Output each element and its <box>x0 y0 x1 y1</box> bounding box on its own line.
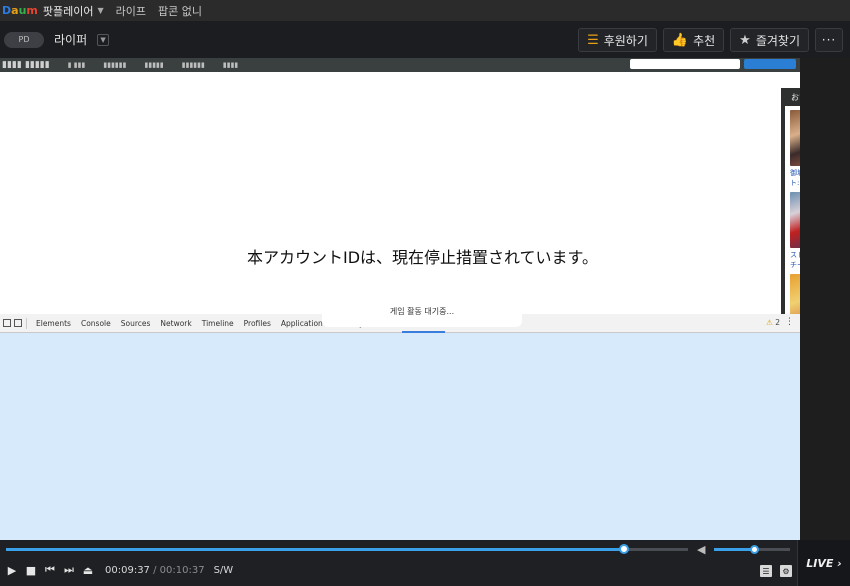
tab-sources[interactable]: Sources <box>116 314 156 333</box>
favorite-label: 즐겨찾기 <box>755 33 800 48</box>
tab-elements[interactable]: Elements <box>31 314 76 333</box>
playlist-icon[interactable]: ☰ <box>760 565 772 577</box>
live-label: LIVE <box>806 556 834 570</box>
seek-bar-fill <box>6 548 624 551</box>
warning-count: 2 <box>775 318 780 327</box>
tab-profiles[interactable]: Profiles <box>239 314 276 333</box>
site-menu-item: ▮▮▮▮▮ <box>144 61 164 69</box>
recommend-label: 추천 <box>693 33 716 48</box>
caret-down-icon: ▼ <box>97 6 104 15</box>
site-header: ▮▮▮▮ ▮▮▮▮▮ ▮ ▮▮▮ ▮▮▮▮▮▮ ▮▮▮▮▮ ▮▮▮▮▮▮ ▮▮▮… <box>0 58 800 72</box>
channel-dropdown-icon[interactable]: ▼ <box>97 33 110 46</box>
player-controls: ◀ ▶ ■ ⏮ ⏭ ⏏ 00:09:37 / 00:10:37 S/W ☰ ⚙ … <box>0 540 850 586</box>
game-item[interactable]: 御城プロジェクト:RE~C… <box>785 106 800 188</box>
warning-icon: ⚠ <box>766 318 773 327</box>
eject-icon[interactable]: ⏏ <box>82 564 94 577</box>
recommend-button[interactable]: 👍 추천 <box>662 28 725 52</box>
app-menu[interactable]: Daum 팟플레이어 ▼ <box>0 3 104 19</box>
volume-handle[interactable] <box>750 545 760 554</box>
site-search <box>630 59 740 69</box>
favorite-button[interactable]: ★ 즐겨찾기 <box>730 28 809 52</box>
warnings-badge[interactable]: ⚠ 2 <box>766 318 780 327</box>
nav-life[interactable]: 라이프 <box>116 3 146 19</box>
tab-network[interactable]: Network <box>155 314 196 333</box>
app-name: 팟플레이어 <box>42 4 94 18</box>
tab-timeline[interactable]: Timeline <box>197 314 239 333</box>
game-status-box: 게임 활동 대기중... <box>322 295 522 327</box>
suspension-message: 本アカウントIDは、現在停止措置されています。 <box>247 248 598 267</box>
more-button[interactable]: ··· <box>815 28 843 52</box>
pd-badge: PD <box>4 31 44 48</box>
live-button[interactable]: LIVE › <box>797 540 850 586</box>
channel-bar: PD 라이퍼 ▼ ☰ 후원하기 👍 추천 ★ 즐겨찾기 ··· <box>0 21 850 58</box>
stop-icon[interactable]: ■ <box>25 564 37 577</box>
volume-slider[interactable] <box>714 545 790 554</box>
channel-name[interactable]: 라이퍼 <box>54 31 87 48</box>
decoder-mode[interactable]: S/W <box>214 565 234 576</box>
site-search-button <box>744 59 796 69</box>
volume-fill <box>714 548 755 551</box>
coin-stack-icon: ☰ <box>587 32 599 48</box>
site-logo: ▮▮▮▮ ▮▮▮▮▮ <box>2 60 50 70</box>
next-icon[interactable]: ⏭ <box>63 563 75 576</box>
site-menu-item: ▮▮▮▮ <box>222 61 239 69</box>
device-mode-icon[interactable] <box>14 319 22 327</box>
donate-button[interactable]: ☰ 후원하기 <box>578 28 657 52</box>
game-caption: 御城プロジェクト:RE~C… <box>790 169 800 187</box>
donate-label: 후원하기 <box>603 33 648 48</box>
game-status-text: 게임 활동 대기중... <box>389 306 455 316</box>
game-thumbnail <box>790 192 800 248</box>
total-time: / 00:10:37 <box>153 564 205 576</box>
transport-controls: ▶ ■ ⏮ ⏭ ⏏ 00:09:37 / 00:10:37 S/W <box>6 563 234 577</box>
recommended-games-panel: おすすめゲーム 御城プロジェクト:RE~C… ストライクウィッチーズ 軌… <box>781 88 800 328</box>
volume-icon[interactable]: ◀ <box>697 543 705 556</box>
current-time: 00:09:37 <box>105 564 150 576</box>
player-right-controls: ☰ ⚙ <box>760 565 792 577</box>
site-menu-item: ▮▮▮▮▮▮ <box>103 61 127 69</box>
settings-icon[interactable]: ⚙ <box>780 565 792 577</box>
previous-icon[interactable]: ⏮ <box>44 563 56 576</box>
chevron-right-icon: › <box>837 556 842 570</box>
seek-handle[interactable] <box>618 544 629 554</box>
inspect-icon[interactable] <box>3 319 11 327</box>
devtools-panel: Elements Console Sources Network Timelin… <box>0 314 800 540</box>
site-menu-item: ▮ ▮▮▮ <box>67 61 86 69</box>
play-icon[interactable]: ▶ <box>6 564 18 577</box>
divider <box>26 317 27 329</box>
star-icon: ★ <box>739 32 751 48</box>
thumbs-up-icon: 👍 <box>671 32 689 48</box>
tab-console[interactable]: Console <box>76 314 116 333</box>
time-display: 00:09:37 / 00:10:37 <box>105 565 205 576</box>
top-menu-bar: Daum 팟플레이어 ▼ 라이프 팝콘 없니 <box>0 0 850 21</box>
channel-actions: ☰ 후원하기 👍 추천 ★ 즐겨찾기 ··· <box>578 28 843 52</box>
game-item[interactable]: ストライクウィッチーズ 軌… <box>785 188 800 270</box>
game-thumbnail <box>790 110 800 166</box>
nav-popcorn[interactable]: 팝콘 없니 <box>158 3 202 19</box>
recommended-title: おすすめゲーム <box>785 88 800 106</box>
daum-logo: Daum <box>2 4 38 17</box>
tab-application[interactable]: Application <box>276 314 328 333</box>
game-caption: ストライクウィッチーズ 軌… <box>790 251 800 269</box>
site-menu-item: ▮▮▮▮▮▮ <box>181 61 205 69</box>
devtools-menu-icon[interactable]: ⋮ <box>785 317 794 327</box>
seek-bar[interactable] <box>6 544 688 554</box>
